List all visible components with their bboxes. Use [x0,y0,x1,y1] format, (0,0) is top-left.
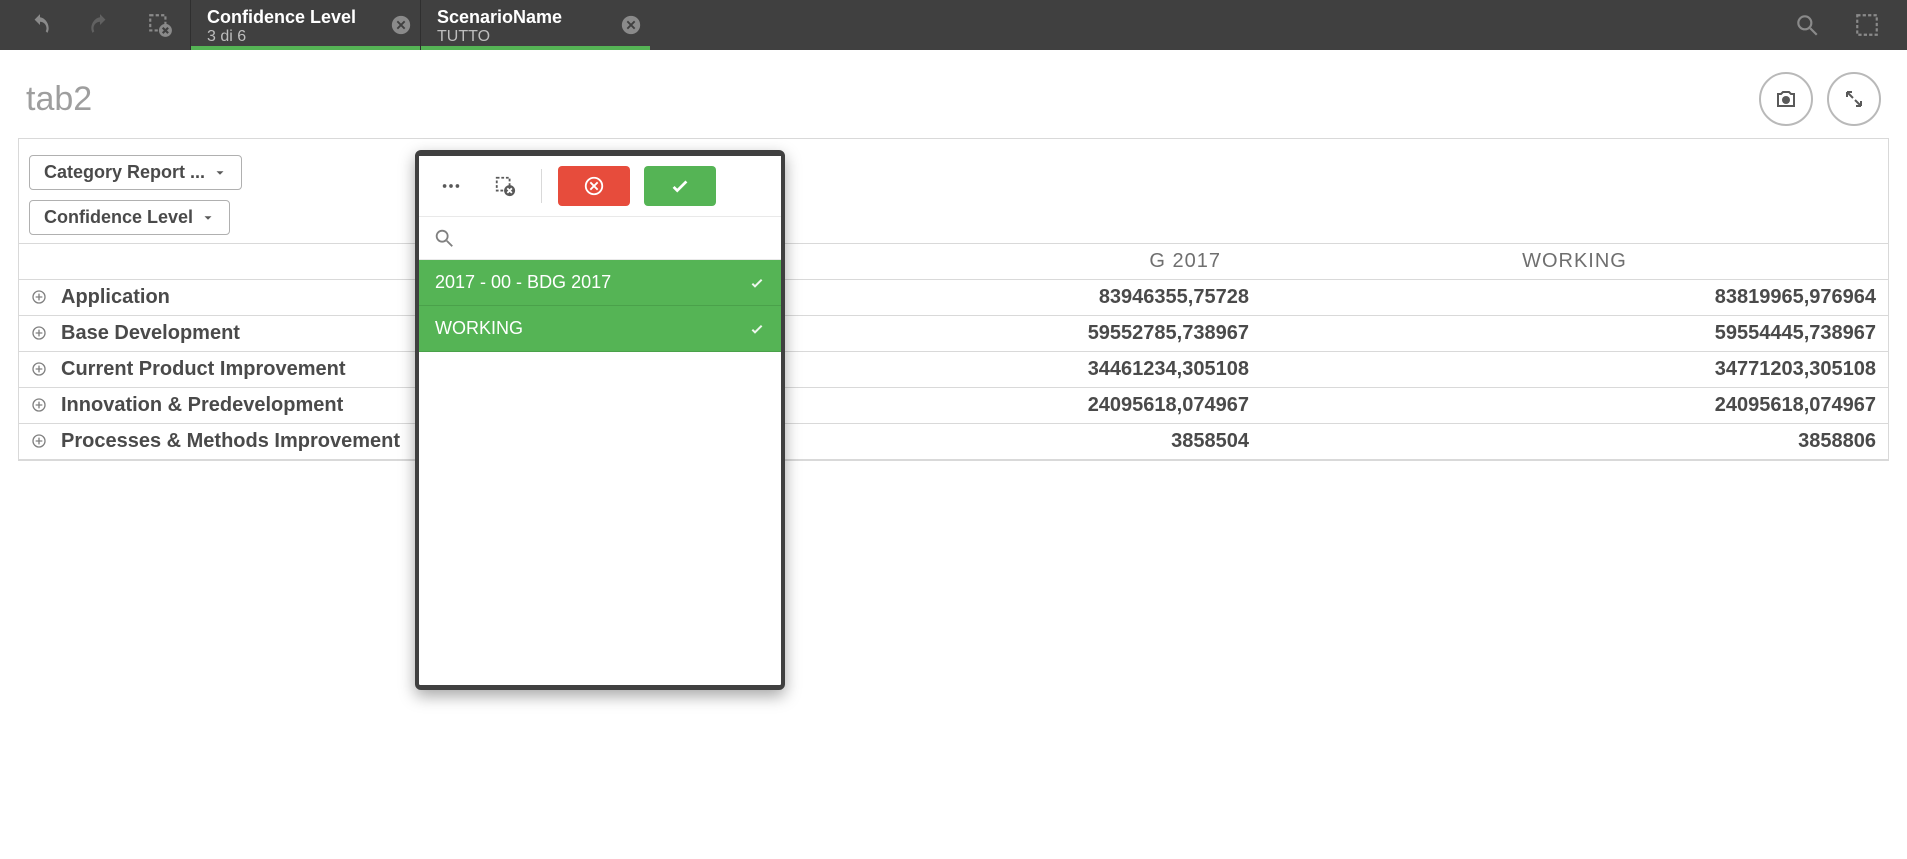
table-row: Base Development59552785,73896759554445,… [19,316,1888,352]
popup-search [419,216,781,260]
table-row: Application83946355,7572883819965,976964 [19,280,1888,316]
dimension-label: Confidence Level [44,207,193,228]
search-icon [433,227,455,249]
popup-header [419,156,781,216]
confirm-button[interactable] [644,166,716,206]
selection-title: ScenarioName [437,8,608,28]
selection-value: 3 di 6 [207,28,378,46]
column-header[interactable]: WORKING [1261,244,1888,280]
undo-button[interactable] [10,0,70,50]
sheet-title-bar: tab2 [0,50,1907,138]
table-row: Innovation & Predevelopment24095618,0749… [19,388,1888,424]
snapshot-button[interactable] [1759,72,1813,126]
chevron-down-icon [213,166,227,180]
expand-icon[interactable] [31,324,47,340]
cancel-button[interactable] [558,166,630,206]
selection-tab-scenario-name[interactable]: ScenarioName TUTTO [420,0,650,50]
cell-value[interactable]: 3858806 [1261,424,1888,460]
divider [541,169,542,203]
dimension-button-category-report[interactable]: Category Report ... [29,155,242,190]
pivot-table: Category Report ... Confidence Level G 2… [18,138,1889,461]
clear-selections-button[interactable] [130,0,190,50]
popup-list: 2017 - 00 - BDG 2017 WORKING [419,260,781,685]
toolbar: Confidence Level 3 di 6 ScenarioName TUT… [0,0,1907,50]
list-item[interactable]: WORKING [419,306,781,352]
selection-title: Confidence Level [207,8,378,28]
clear-field-selection-button[interactable] [485,166,525,206]
cell-value[interactable]: 34771203,305108 [1261,352,1888,388]
cell-value[interactable]: 59554445,738967 [1261,316,1888,352]
list-item-label: WORKING [435,318,523,339]
dimension-label: Category Report ... [44,162,205,183]
close-icon[interactable] [620,14,642,36]
list-item-label: 2017 - 00 - BDG 2017 [435,272,611,293]
list-item[interactable]: 2017 - 00 - BDG 2017 [419,260,781,306]
expand-icon[interactable] [31,288,47,304]
cell-value[interactable]: 83819965,976964 [1261,280,1888,316]
selection-tab-confidence-level[interactable]: Confidence Level 3 di 6 [190,0,420,50]
close-icon[interactable] [390,14,412,36]
search-button[interactable] [1777,0,1837,50]
search-input[interactable] [465,228,767,249]
cell-value[interactable]: 24095618,074967 [1261,388,1888,424]
check-icon [749,321,765,337]
table-row: Current Product Improvement34461234,3051… [19,352,1888,388]
more-options-button[interactable] [431,166,471,206]
column-header-row: G 2017 WORKING [19,244,1888,280]
expand-icon[interactable] [31,396,47,412]
table-row: Processes & Methods Improvement385850438… [19,424,1888,460]
selection-value: TUTTO [437,28,608,46]
page-title: tab2 [26,80,1745,119]
expand-icon[interactable] [31,360,47,376]
redo-button[interactable] [70,0,130,50]
selection-popup: 2017 - 00 - BDG 2017 WORKING [415,150,785,690]
dimension-button-confidence-level[interactable]: Confidence Level [29,200,230,235]
toggle-fullscreen-button[interactable] [1827,72,1881,126]
expand-icon[interactable] [31,432,47,448]
selections-tool-button[interactable] [1837,0,1897,50]
chevron-down-icon [201,211,215,225]
check-icon [749,275,765,291]
